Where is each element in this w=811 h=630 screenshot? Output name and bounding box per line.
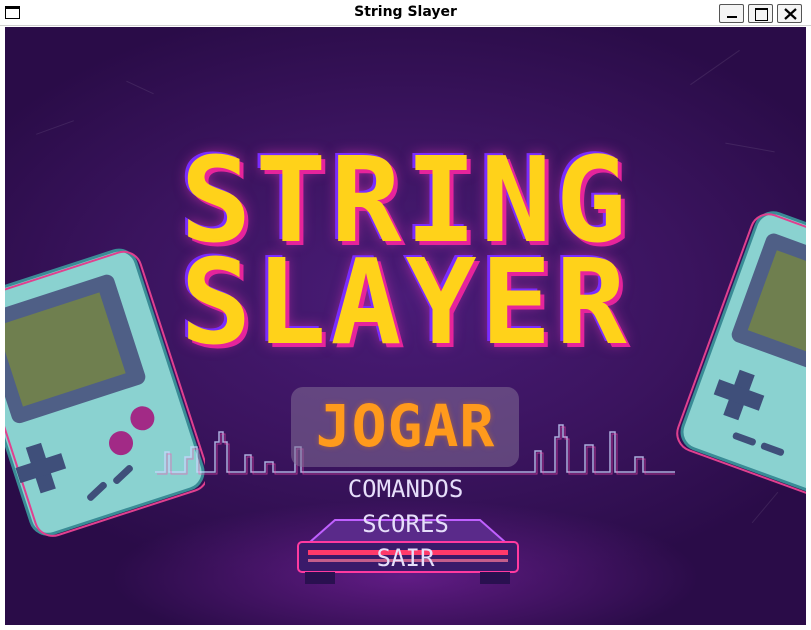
menu-scores-button[interactable]: SCORES [5, 510, 806, 538]
close-button[interactable] [777, 4, 802, 23]
window-title: String Slayer [354, 4, 457, 20]
game-logo-line2: SLAYER [180, 233, 631, 371]
minimize-button[interactable] [719, 4, 744, 23]
close-icon [784, 8, 797, 20]
game-canvas[interactable]: STRING SLAYER JOGAR COMANDOS SCORES SAIR [5, 27, 806, 625]
menu-commands-button[interactable]: COMANDOS [5, 475, 806, 503]
menu-play-button[interactable]: JOGAR [5, 393, 806, 459]
menu-exit-button[interactable]: SAIR [5, 544, 806, 572]
maximize-button[interactable] [748, 4, 773, 23]
app-window: String Slayer STRING SLAYER JOGAR COMAND… [0, 0, 811, 630]
title-bar: String Slayer [0, 0, 811, 26]
